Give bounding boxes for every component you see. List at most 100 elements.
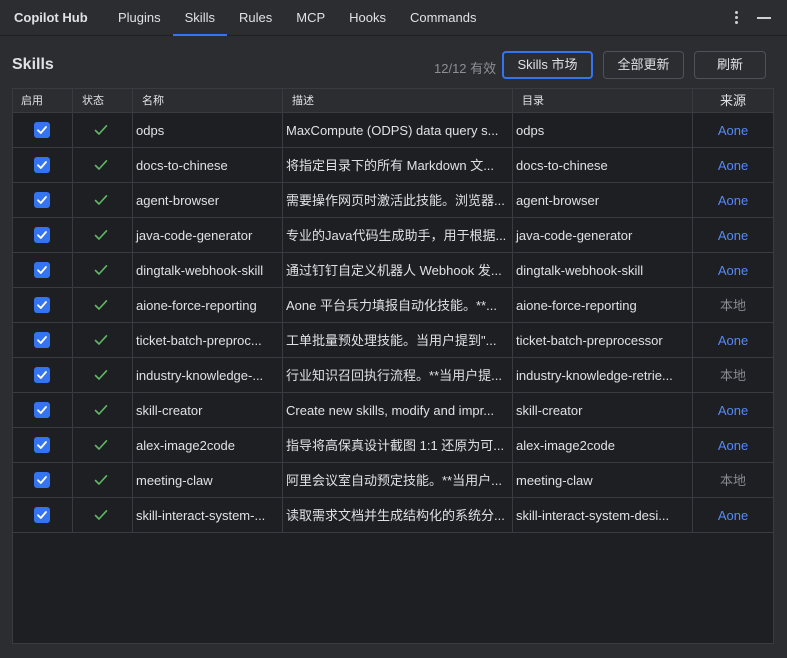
status-cell	[73, 253, 133, 288]
skill-directory: dingtalk-webhook-skill	[513, 253, 693, 288]
checkbox-checked-icon[interactable]	[34, 262, 50, 278]
enabled-cell	[13, 323, 73, 358]
checkmark-icon	[94, 475, 108, 485]
checkbox-checked-icon[interactable]	[34, 297, 50, 313]
tab-plugins[interactable]: Plugins	[106, 0, 173, 36]
checkmark-icon	[94, 195, 108, 205]
checkbox-checked-icon[interactable]	[34, 437, 50, 453]
status-cell	[73, 183, 133, 218]
status-cell	[73, 288, 133, 323]
source-cell: Aone	[693, 253, 773, 288]
tab-hooks[interactable]: Hooks	[337, 0, 398, 36]
source-cell: Aone	[693, 148, 773, 183]
skill-directory: alex-image2code	[513, 428, 693, 463]
source-label[interactable]: Aone	[718, 508, 748, 523]
page-title: Skills	[12, 56, 54, 73]
table-row[interactable]: alex-image2code 指导将高保真设计截图 1:1 还原为可... ale…	[13, 428, 773, 463]
source-label[interactable]: Aone	[718, 263, 748, 278]
table-row[interactable]: agent-browser 需要操作网页时激活此技能。浏览器... agent-br…	[13, 183, 773, 218]
checkbox-checked-icon[interactable]	[34, 332, 50, 348]
skill-description: 工单批量预处理技能。当用户提到"...	[283, 323, 513, 358]
source-label: 本地	[719, 473, 746, 488]
skill-name: industry-knowledge-...	[133, 358, 283, 393]
table-row[interactable]: skill-creator Create new skills, modify a…	[13, 393, 773, 428]
source-label[interactable]: Aone	[718, 158, 748, 173]
app-title: Copilot Hub	[14, 10, 88, 25]
checkbox-checked-icon[interactable]	[34, 157, 50, 173]
skill-name: aione-force-reporting	[133, 288, 283, 323]
tab-rules[interactable]: Rules	[227, 0, 284, 36]
checkmark-icon	[94, 230, 108, 240]
table-row[interactable]: java-code-generator 专业的Java代码生成助手，用于根据...…	[13, 218, 773, 253]
skill-directory: industry-knowledge-retrie...	[513, 358, 693, 393]
table-row[interactable]: meeting-claw 阿里会议室自动预定技能。**当用户... meeting-…	[13, 463, 773, 498]
table-row[interactable]: odps MaxCompute (ODPS) data query s... odp…	[13, 113, 773, 148]
status-cell	[73, 498, 133, 533]
checkmark-icon	[94, 300, 108, 310]
status-cell	[73, 113, 133, 148]
checkbox-checked-icon[interactable]	[34, 367, 50, 383]
source-label[interactable]: Aone	[718, 403, 748, 418]
column-status[interactable]: 状态	[73, 89, 133, 113]
table-row[interactable]: docs-to-chinese 将指定目录下的所有 Markdown 文... do…	[13, 148, 773, 183]
enabled-cell	[13, 183, 73, 218]
checkbox-checked-icon[interactable]	[34, 122, 50, 138]
column-enabled[interactable]: 启用	[13, 89, 73, 113]
skill-directory: agent-browser	[513, 183, 693, 218]
column-source[interactable]: 来源	[693, 89, 773, 113]
tab-commands[interactable]: Commands	[398, 0, 488, 36]
enabled-cell	[13, 358, 73, 393]
minimize-icon[interactable]	[757, 10, 771, 24]
skill-description: Aone 平台兵力填报自动化技能。**...	[283, 288, 513, 323]
skill-description: 阿里会议室自动预定技能。**当用户...	[283, 463, 513, 498]
source-cell: Aone	[693, 218, 773, 253]
table-row[interactable]: aione-force-reporting Aone 平台兵力填报自动化技能。**…	[13, 288, 773, 323]
source-cell: Aone	[693, 183, 773, 218]
skill-description: 专业的Java代码生成助手，用于根据...	[283, 218, 513, 253]
skill-name: alex-image2code	[133, 428, 283, 463]
table-row[interactable]: dingtalk-webhook-skill 通过钉钉自定义机器人 Webhook…	[13, 253, 773, 288]
tab-mcp[interactable]: MCP	[284, 0, 337, 36]
enabled-cell	[13, 498, 73, 533]
tab-skills[interactable]: Skills	[172, 0, 228, 36]
checkbox-checked-icon[interactable]	[34, 402, 50, 418]
source-label[interactable]: Aone	[718, 123, 748, 138]
checkmark-icon	[94, 440, 108, 450]
source-label[interactable]: Aone	[718, 228, 748, 243]
kebab-menu-icon[interactable]	[728, 8, 744, 26]
skill-description: 行业知识召回执行流程。**当用户提...	[283, 358, 513, 393]
column-directory[interactable]: 目录	[513, 89, 693, 113]
checkbox-checked-icon[interactable]	[34, 192, 50, 208]
enabled-cell	[13, 148, 73, 183]
source-cell: Aone	[693, 323, 773, 358]
source-cell: 本地	[693, 288, 773, 323]
skill-name: dingtalk-webhook-skill	[133, 253, 283, 288]
source-label: 本地	[719, 298, 746, 313]
table-row[interactable]: ticket-batch-preproc... 工单批量预处理技能。当用户提到".…	[13, 323, 773, 358]
skill-name: skill-interact-system-...	[133, 498, 283, 533]
source-label[interactable]: Aone	[718, 438, 748, 453]
skill-name: docs-to-chinese	[133, 148, 283, 183]
column-name[interactable]: 名称	[133, 89, 283, 113]
checkbox-checked-icon[interactable]	[34, 227, 50, 243]
table-row[interactable]: industry-knowledge-... 行业知识召回执行流程。**当用户提.…	[13, 358, 773, 393]
table-row[interactable]: skill-interact-system-... 读取需求文档并生成结构化的系统…	[13, 498, 773, 533]
table-header: 启用 状态 名称 描述 目录 来源	[13, 89, 773, 113]
skill-directory: meeting-claw	[513, 463, 693, 498]
status-cell	[73, 463, 133, 498]
skill-directory: skill-creator	[513, 393, 693, 428]
refresh-button[interactable]: 刷新	[694, 51, 766, 79]
source-cell: Aone	[693, 113, 773, 148]
source-label[interactable]: Aone	[718, 193, 748, 208]
checkbox-checked-icon[interactable]	[34, 507, 50, 523]
source-cell: 本地	[693, 463, 773, 498]
status-cell	[73, 428, 133, 463]
column-description[interactable]: 描述	[283, 89, 513, 113]
skills-market-button[interactable]: Skills 市场	[502, 51, 593, 79]
checkbox-checked-icon[interactable]	[34, 472, 50, 488]
skill-name: skill-creator	[133, 393, 283, 428]
enabled-cell	[13, 113, 73, 148]
source-label[interactable]: Aone	[718, 333, 748, 348]
skill-directory: docs-to-chinese	[513, 148, 693, 183]
update-all-button[interactable]: 全部更新	[603, 51, 684, 79]
